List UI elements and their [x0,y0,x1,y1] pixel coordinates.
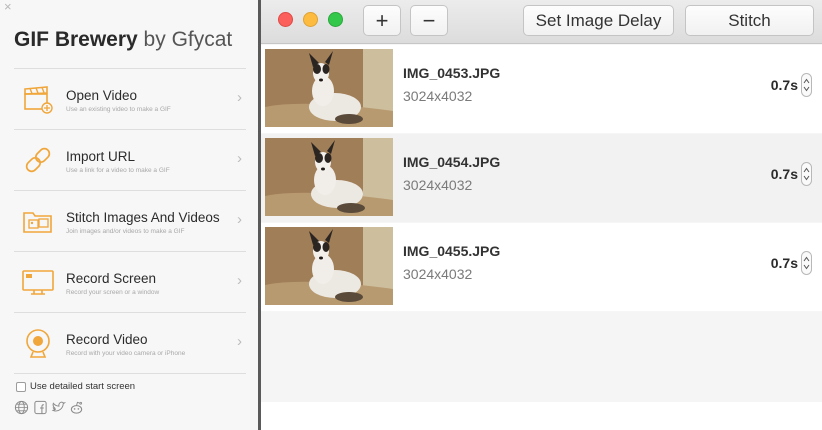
detailed-start-screen-checkbox[interactable] [16,382,26,392]
app-title: GIF Brewery by Gfycat [14,28,232,52]
image-delay-value[interactable]: 0.7s [771,255,798,271]
remove-image-button[interactable]: − [410,5,448,36]
facebook-icon[interactable] [33,400,48,415]
dog-photo-icon [265,138,393,216]
close-icon[interactable]: × [4,0,12,14]
menu-item-import-url[interactable]: Import URL Use a link for a video to mak… [14,130,246,190]
chevron-right-icon: › [237,333,242,350]
image-thumbnail [265,227,393,305]
dog-photo-icon [265,49,393,127]
stitch-window: + − Set Image Delay Stitch IMG_0453.JPG … [261,0,822,430]
menu-item-title: Record Screen [66,271,157,286]
image-row[interactable]: IMG_0454.JPG 3024x4032 0.7s [261,134,822,222]
chevron-right-icon: › [237,150,242,167]
app-name: GIF Brewery [14,28,138,51]
set-image-delay-button[interactable]: Set Image Delay [523,5,674,36]
image-filename: IMG_0455.JPG [403,243,501,259]
image-filename: IMG_0454.JPG [403,154,501,170]
start-panel: × GIF Brewery by Gfycat Open Video Use a… [0,0,258,430]
window-minimize-button[interactable] [303,12,318,27]
clapperboard-icon [24,86,53,114]
image-thumbnail [265,49,393,127]
app-byline: by Gfycat [137,28,233,51]
menu-item-title: Stitch Images And Videos [66,210,220,225]
image-row[interactable]: IMG_0453.JPG 3024x4032 0.7s [261,45,822,133]
menu-item-record-video[interactable]: Record Video Record with your video came… [14,313,246,373]
stitch-button[interactable]: Stitch [685,5,814,36]
twitter-icon[interactable] [51,400,66,415]
folder-images-icon [23,212,52,233]
chevron-up-icon[interactable] [803,167,810,173]
menu-item-open-video[interactable]: Open Video Use an existing video to make… [14,69,246,129]
menu-item-title: Record Video [66,332,148,347]
globe-icon[interactable] [14,400,29,415]
reddit-icon[interactable] [69,400,84,415]
dog-photo-icon [265,227,393,305]
menu-item-subtitle: Join images and/or videos to make a GIF [66,228,185,235]
chevron-right-icon: › [237,89,242,106]
menu-item-subtitle: Use a link for a video to make a GIF [66,167,170,174]
add-image-button[interactable]: + [363,5,401,36]
chevron-right-icon: › [237,211,242,228]
divider [14,373,246,374]
delay-stepper[interactable] [801,162,812,186]
chevron-down-icon[interactable] [803,175,810,181]
chevron-right-icon: › [237,272,242,289]
chevron-down-icon[interactable] [803,264,810,270]
detailed-start-screen-label: Use detailed start screen [30,381,136,392]
chevron-up-icon[interactable] [803,78,810,84]
delay-stepper[interactable] [801,73,812,97]
menu-item-subtitle: Record with your video camera or iPhone [66,350,186,357]
image-filename: IMG_0453.JPG [403,65,501,81]
image-dimensions: 3024x4032 [403,266,473,282]
menu-item-title: Import URL [66,149,136,164]
image-list-empty-area[interactable] [261,312,822,402]
image-dimensions: 3024x4032 [403,88,473,104]
link-icon [25,147,51,173]
image-thumbnail [265,138,393,216]
chevron-down-icon[interactable] [803,86,810,92]
webcam-icon [26,329,50,358]
image-list-footer [261,402,822,430]
monitor-icon [22,270,54,295]
delay-stepper[interactable] [801,251,812,275]
window-zoom-button[interactable] [328,12,343,27]
menu-item-subtitle: Record your screen or a window [66,289,160,296]
menu-item-subtitle: Use an existing video to make a GIF [66,106,171,113]
menu-item-record-screen[interactable]: Record Screen Record your screen or a wi… [14,252,246,312]
image-delay-value[interactable]: 0.7s [771,77,798,93]
image-dimensions: 3024x4032 [403,177,473,193]
image-row[interactable]: IMG_0455.JPG 3024x4032 0.7s [261,223,822,311]
chevron-up-icon[interactable] [803,256,810,262]
menu-item-stitch[interactable]: Stitch Images And Videos Join images and… [14,191,246,251]
menu-item-title: Open Video [66,88,138,103]
toolbar: + − Set Image Delay Stitch [261,0,822,44]
window-close-button[interactable] [278,12,293,27]
image-delay-value[interactable]: 0.7s [771,166,798,182]
